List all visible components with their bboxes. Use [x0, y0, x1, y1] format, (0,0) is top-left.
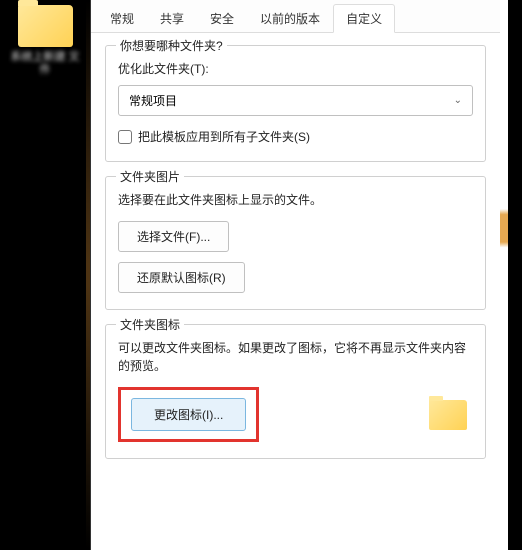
folder-icon-preview [429, 400, 467, 430]
group-folder-picture-title: 文件夹图片 [116, 168, 184, 185]
tab-previous-versions[interactable]: 以前的版本 [247, 4, 333, 33]
right-edge-strip [500, 0, 522, 550]
apply-subfolders-label: 把此模板应用到所有子文件夹(S) [138, 128, 310, 145]
group-folder-picture: 文件夹图片 选择要在此文件夹图标上显示的文件。 选择文件(F)... 还原默认图… [105, 176, 486, 310]
properties-dialog: 常规 共享 安全 以前的版本 自定义 你想要哪种文件夹? 优化此文件夹(T): … [90, 0, 500, 550]
apply-subfolders-checkbox[interactable] [118, 130, 132, 144]
tab-general[interactable]: 常规 [97, 4, 147, 33]
change-icon-button[interactable]: 更改图标(I)... [131, 398, 246, 431]
desktop-folder-shortcut[interactable]: 系统上新建 文件 [10, 5, 80, 77]
desktop-folder-label: 系统上新建 文件 [10, 51, 80, 77]
optimize-label: 优化此文件夹(T): [118, 60, 473, 77]
folder-icon-desc: 可以更改文件夹图标。如果更改了图标，它将不再显示文件夹内容的预览。 [118, 339, 473, 375]
tab-bar: 常规 共享 安全 以前的版本 自定义 [91, 0, 500, 33]
annotation-highlight: 更改图标(I)... [118, 387, 259, 442]
tab-sharing[interactable]: 共享 [147, 4, 197, 33]
tab-customize[interactable]: 自定义 [333, 4, 395, 33]
folder-picture-desc: 选择要在此文件夹图标上显示的文件。 [118, 191, 473, 209]
group-folder-type: 你想要哪种文件夹? 优化此文件夹(T): 常规项目 ⌄ 把此模板应用到所有子文件… [105, 45, 486, 162]
tab-security[interactable]: 安全 [197, 4, 247, 33]
restore-default-icon-button[interactable]: 还原默认图标(R) [118, 262, 245, 293]
group-folder-icon-title: 文件夹图标 [116, 316, 184, 333]
folder-icon [18, 5, 73, 47]
group-folder-icon: 文件夹图标 可以更改文件夹图标。如果更改了图标，它将不再显示文件夹内容的预览。 … [105, 324, 486, 459]
apply-subfolders-row[interactable]: 把此模板应用到所有子文件夹(S) [118, 128, 473, 145]
chevron-down-icon: ⌄ [454, 95, 462, 106]
group-folder-type-title: 你想要哪种文件夹? [116, 37, 227, 54]
optimize-select-value: 常规项目 [129, 92, 177, 109]
choose-file-button[interactable]: 选择文件(F)... [118, 221, 229, 252]
optimize-select[interactable]: 常规项目 ⌄ [118, 85, 473, 116]
